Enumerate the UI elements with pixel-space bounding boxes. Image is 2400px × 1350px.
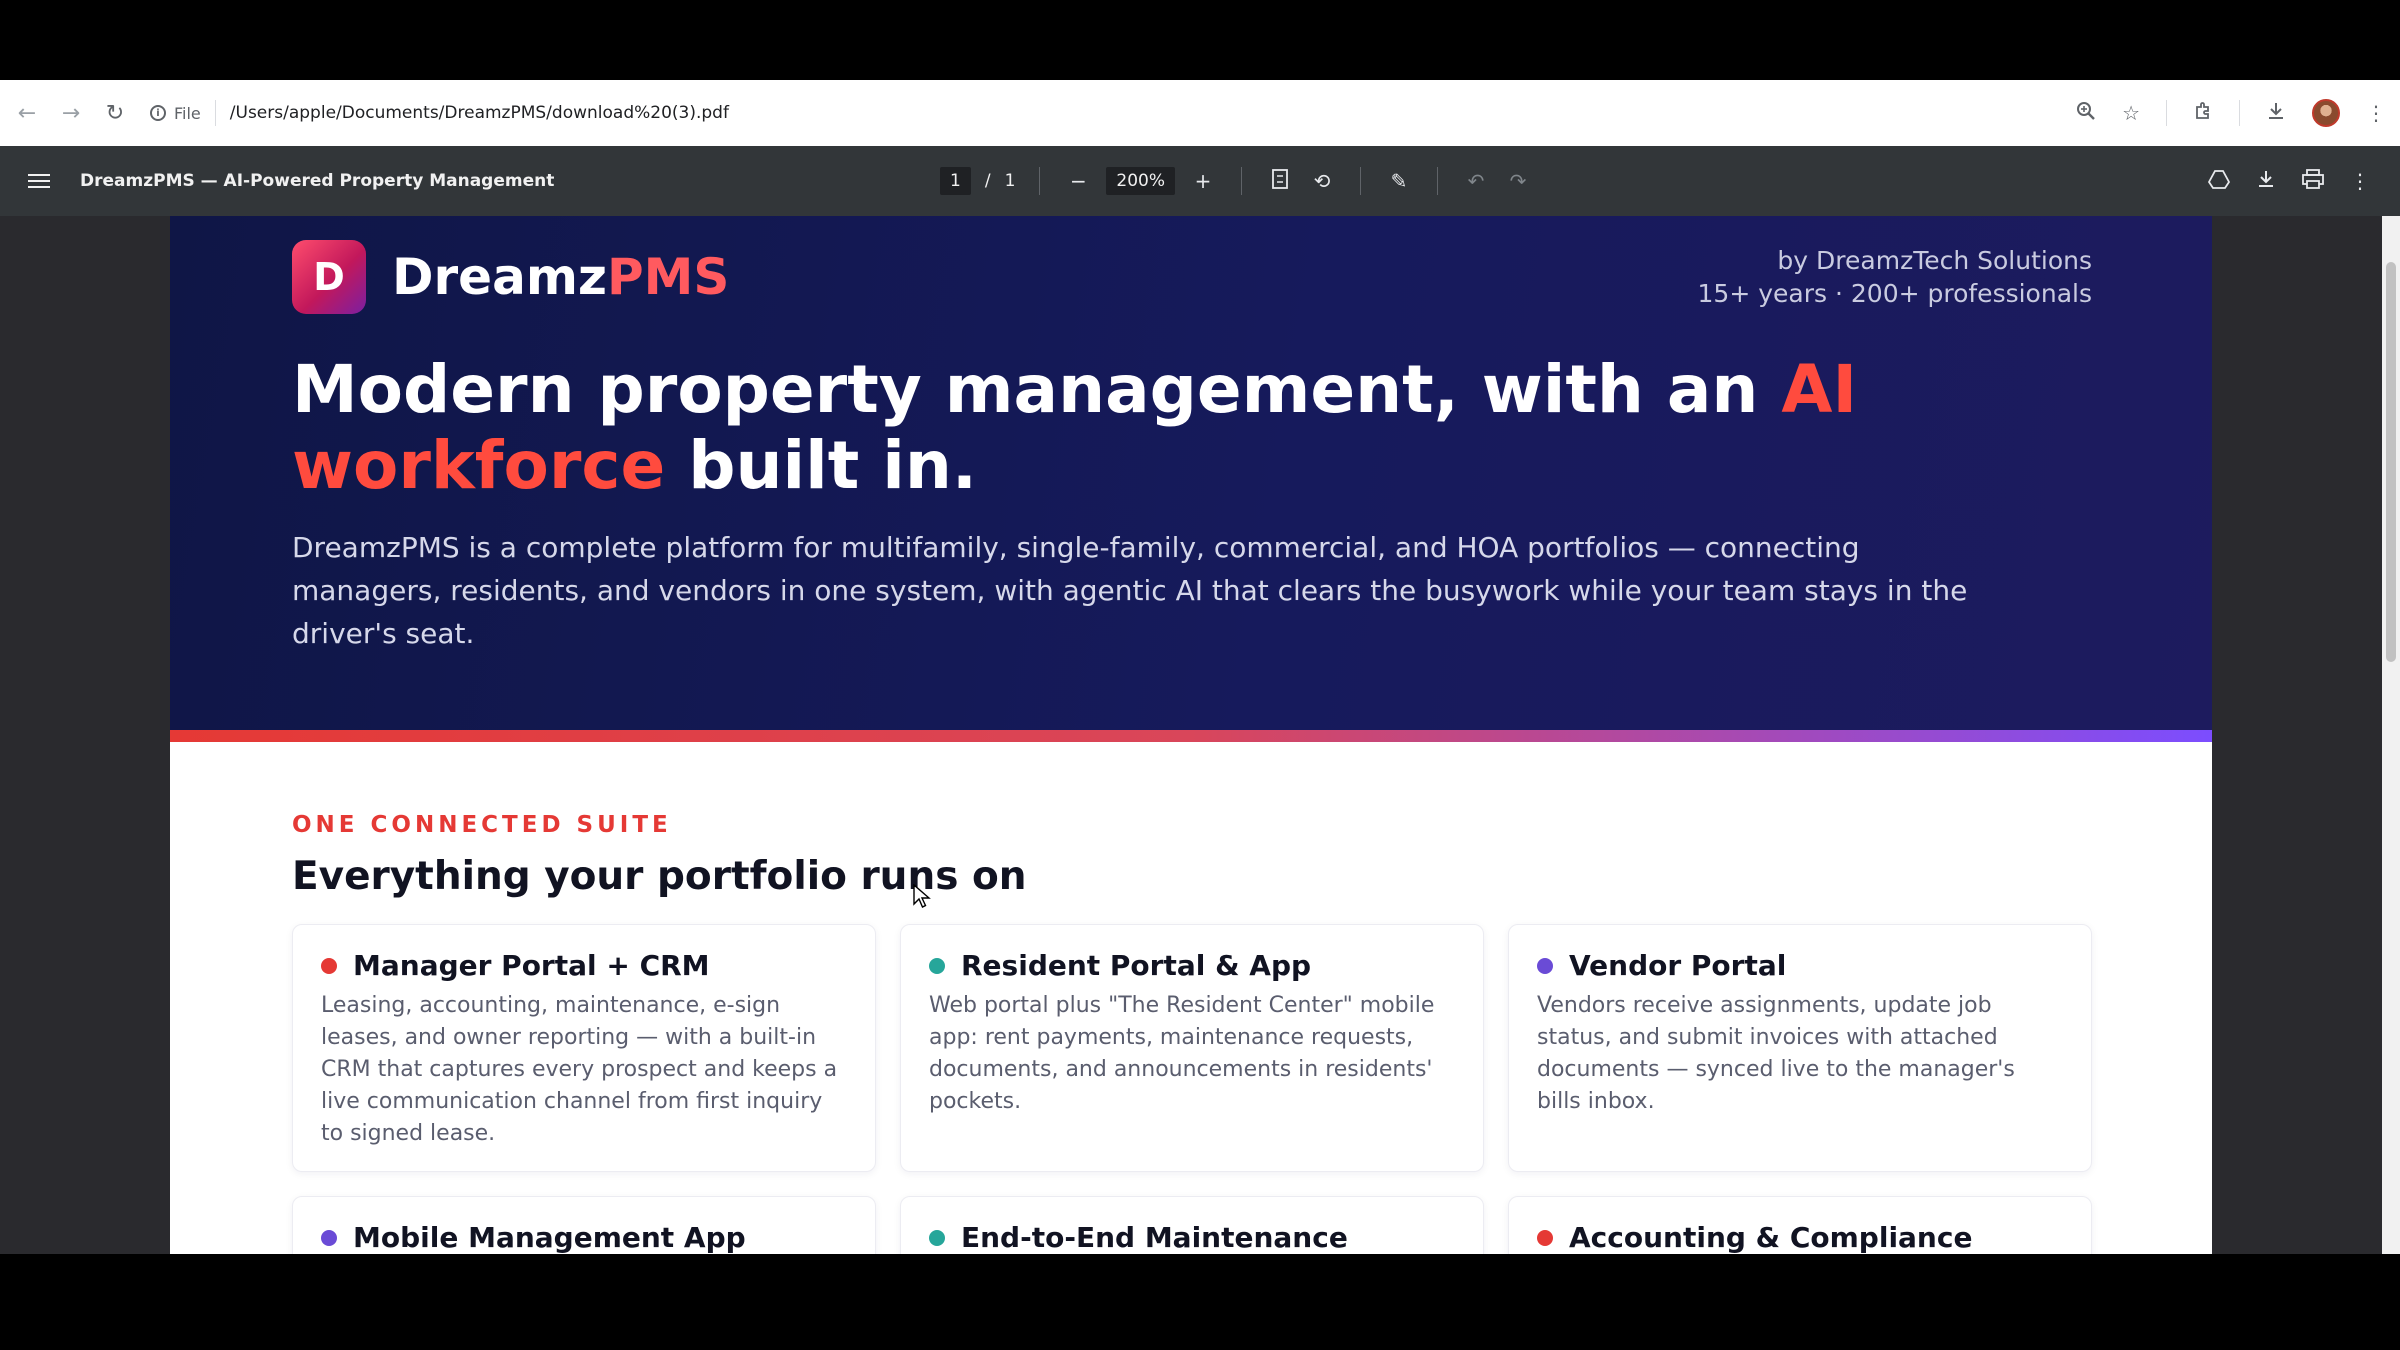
zoom-level-input[interactable]: 200% bbox=[1106, 167, 1175, 195]
toolbar-divider bbox=[1241, 167, 1242, 195]
save-to-drive-icon[interactable] bbox=[2207, 169, 2231, 194]
zoom-in-icon[interactable]: + bbox=[1189, 169, 1217, 193]
brand-name-accent: PMS bbox=[607, 248, 730, 306]
card-title: Vendor Portal bbox=[1569, 949, 1787, 982]
card-title: End-to-End Maintenance bbox=[961, 1221, 1348, 1254]
hero-gradient-stripe bbox=[170, 730, 2212, 742]
toolbar-divider bbox=[1437, 167, 1438, 195]
downloads-icon[interactable] bbox=[2266, 101, 2286, 126]
undo-icon[interactable]: ↶ bbox=[1462, 169, 1490, 193]
feature-card: Vendor Portal Vendors receive assignment… bbox=[1508, 924, 2092, 1172]
feature-card: Mobile Management App bbox=[292, 1196, 876, 1254]
byline-stats: 15+ years · 200+ professionals bbox=[1697, 279, 2092, 308]
browser-menu-kebab-icon[interactable]: ⋮ bbox=[2366, 101, 2386, 125]
card-title: Mobile Management App bbox=[353, 1221, 746, 1254]
hero-headline: Modern property management, with an AI w… bbox=[292, 352, 2112, 504]
hero-banner: D DreamzPMS by DreamzTech Solutions 15+ … bbox=[170, 216, 2212, 736]
site-info-label: File bbox=[174, 103, 201, 123]
viewer-scrollbar[interactable] bbox=[2382, 216, 2400, 1254]
card-title: Resident Portal & App bbox=[961, 949, 1312, 982]
toolbar-divider bbox=[2166, 100, 2167, 126]
fit-page-icon[interactable] bbox=[1266, 168, 1294, 194]
annotate-pen-icon[interactable]: ✎ bbox=[1385, 169, 1413, 193]
screen-letterbox-top bbox=[0, 0, 2400, 80]
section-eyebrow: ONE CONNECTED SUITE bbox=[292, 812, 672, 838]
print-icon[interactable] bbox=[2302, 168, 2324, 194]
card-dot-icon bbox=[321, 957, 337, 974]
info-icon: i bbox=[150, 105, 166, 121]
address-bar[interactable]: i File /Users/apple/Documents/DreamzPMS/… bbox=[150, 91, 729, 135]
card-dot-icon bbox=[1537, 1229, 1553, 1246]
toolbar-divider bbox=[2239, 100, 2240, 126]
toolbar-divider bbox=[1360, 167, 1361, 195]
feature-card: Manager Portal + CRM Leasing, accounting… bbox=[292, 924, 876, 1172]
headline-text: Modern property management, with an bbox=[292, 351, 1782, 428]
card-body: Web portal plus "The Resident Center" mo… bbox=[929, 993, 1435, 1114]
extensions-puzzle-icon[interactable] bbox=[2193, 101, 2213, 126]
zoom-magnifier-icon[interactable] bbox=[2076, 101, 2096, 126]
feature-card: End-to-End Maintenance bbox=[900, 1196, 1484, 1254]
redo-icon[interactable]: ↷ bbox=[1504, 169, 1532, 193]
feature-card: Resident Portal & App Web portal plus "T… bbox=[900, 924, 1484, 1172]
card-dot-icon bbox=[1537, 957, 1553, 974]
browser-toolbar: ← → ↻ i File /Users/apple/Documents/Drea… bbox=[0, 80, 2400, 146]
pdf-viewport[interactable]: D DreamzPMS by DreamzTech Solutions 15+ … bbox=[0, 216, 2400, 1254]
bookmark-star-icon[interactable]: ☆ bbox=[2122, 101, 2140, 125]
profile-avatar[interactable] bbox=[2312, 99, 2340, 127]
card-body: Leasing, accounting, maintenance, e-sign… bbox=[321, 993, 838, 1146]
company-byline: by DreamzTech Solutions 15+ years · 200+… bbox=[1698, 244, 2092, 310]
forward-arrow-icon[interactable]: → bbox=[54, 96, 88, 130]
site-info-chip[interactable]: i File bbox=[150, 100, 216, 126]
card-body: Vendors receive assignments, update job … bbox=[1537, 993, 2015, 1114]
rotate-icon[interactable]: ⟲ bbox=[1308, 169, 1336, 193]
card-dot-icon bbox=[321, 1229, 337, 1246]
page-total: 1 bbox=[1004, 171, 1016, 191]
sidebar-menu-icon[interactable] bbox=[28, 170, 50, 192]
feature-card: Accounting & Compliance bbox=[1508, 1196, 2092, 1254]
scrollbar-thumb[interactable] bbox=[2386, 262, 2396, 662]
headline-text-end: built in. bbox=[665, 427, 977, 504]
brand-name: DreamzPMS bbox=[392, 248, 729, 306]
byline-company: by DreamzTech Solutions bbox=[1777, 246, 2092, 275]
card-dot-icon bbox=[929, 1229, 945, 1246]
brand-name-primary: Dreamz bbox=[392, 248, 608, 306]
page-number-input[interactable]: 1 bbox=[940, 167, 971, 195]
zoom-out-icon[interactable]: − bbox=[1064, 169, 1092, 193]
pdf-document-title: DreamzPMS — AI-Powered Property Manageme… bbox=[80, 171, 555, 191]
page-separator: / bbox=[984, 171, 991, 191]
url-text[interactable]: /Users/apple/Documents/DreamzPMS/downloa… bbox=[230, 103, 729, 123]
reload-icon[interactable]: ↻ bbox=[98, 96, 132, 130]
logo-mark: D bbox=[292, 240, 366, 314]
toolbar-divider bbox=[1039, 167, 1041, 195]
pdf-viewer-toolbar: DreamzPMS — AI-Powered Property Manageme… bbox=[0, 146, 2400, 216]
brand-logo: D DreamzPMS bbox=[292, 240, 729, 314]
pdf-page: D DreamzPMS by DreamzTech Solutions 15+ … bbox=[170, 216, 2212, 1254]
card-dot-icon bbox=[929, 957, 945, 974]
card-title: Accounting & Compliance bbox=[1569, 1221, 1973, 1254]
card-title: Manager Portal + CRM bbox=[353, 949, 710, 982]
hero-intro-paragraph: DreamzPMS is a complete platform for mul… bbox=[292, 531, 1968, 650]
more-options-kebab-icon[interactable]: ⋮ bbox=[2350, 169, 2370, 193]
download-icon[interactable] bbox=[2256, 169, 2276, 194]
back-arrow-icon[interactable]: ← bbox=[10, 96, 44, 130]
screen-letterbox-bottom bbox=[0, 1254, 2400, 1350]
